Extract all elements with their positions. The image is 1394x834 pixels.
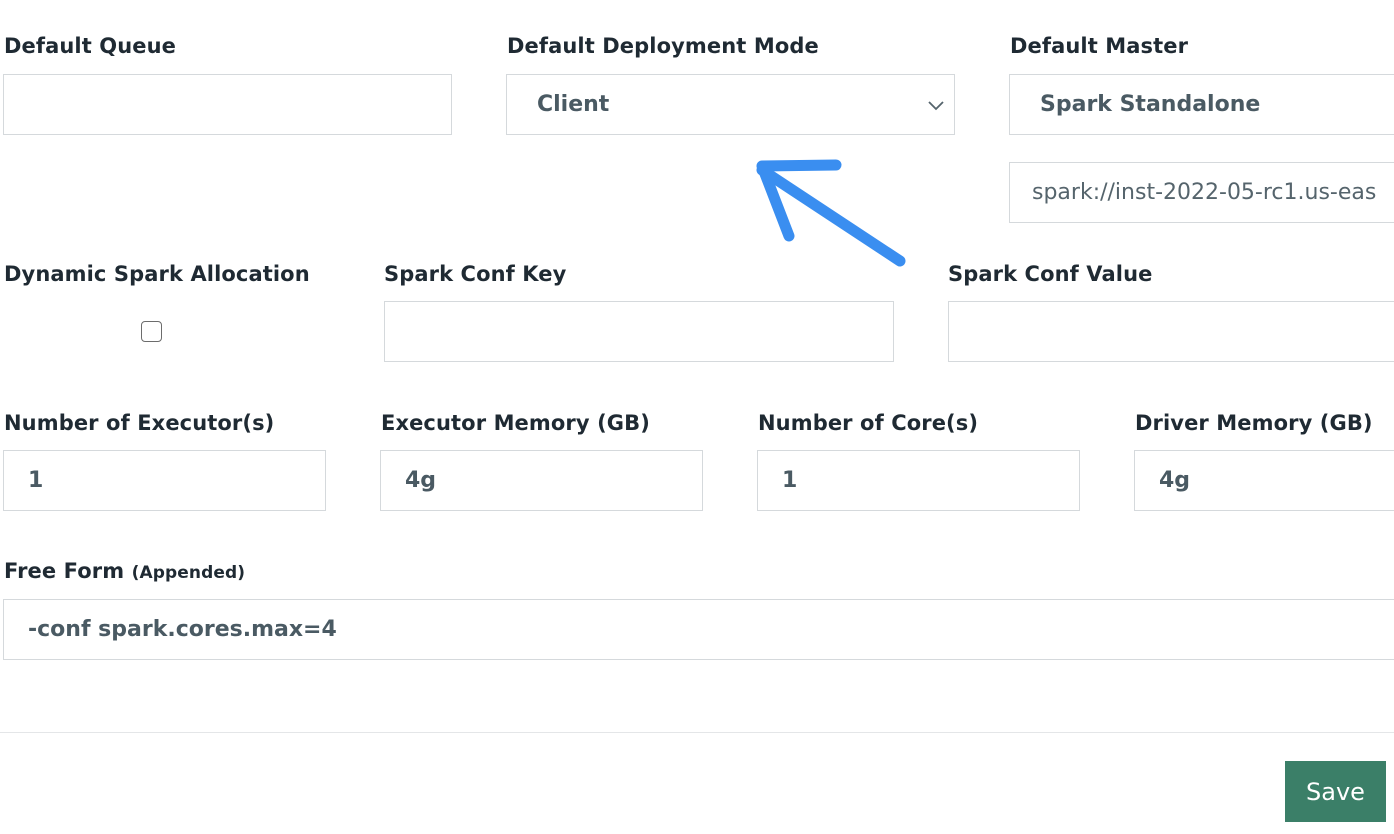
deployment-mode-value: Client bbox=[537, 92, 610, 117]
master-url-input[interactable]: spark://inst-2022-05-rc1.us-eas bbox=[1009, 162, 1394, 223]
free-form-sublabel: (Appended) bbox=[131, 563, 246, 583]
spark-conf-key-label: Spark Conf Key bbox=[384, 262, 567, 286]
spark-conf-key-input[interactable] bbox=[384, 301, 894, 362]
dynamic-allocation-label: Dynamic Spark Allocation bbox=[4, 262, 310, 286]
executors-input[interactable]: 1 bbox=[3, 450, 326, 511]
dynamic-allocation-checkbox[interactable] bbox=[141, 321, 162, 342]
deployment-mode-label: Default Deployment Mode bbox=[507, 34, 819, 58]
driver-memory-input[interactable]: 4g bbox=[1134, 450, 1394, 511]
chevron-down-icon bbox=[928, 101, 944, 111]
spark-settings-form: Default Queue Default Deployment Mode Cl… bbox=[0, 0, 1394, 834]
spark-conf-value-label: Spark Conf Value bbox=[948, 262, 1153, 286]
executor-memory-input[interactable]: 4g bbox=[380, 450, 703, 511]
arrow-icon bbox=[756, 159, 906, 267]
spark-conf-value-input[interactable] bbox=[948, 301, 1394, 362]
driver-memory-label: Driver Memory (GB) bbox=[1135, 411, 1373, 435]
cores-input[interactable]: 1 bbox=[757, 450, 1080, 511]
default-master-label: Default Master bbox=[1010, 34, 1189, 58]
default-master-select[interactable]: Spark Standalone bbox=[1009, 74, 1394, 135]
free-form-label: Free Form (Appended) bbox=[4, 559, 245, 583]
executors-label: Number of Executor(s) bbox=[4, 411, 275, 435]
executor-memory-label: Executor Memory (GB) bbox=[381, 411, 650, 435]
free-form-label-text: Free Form bbox=[4, 559, 125, 583]
deployment-mode-select[interactable]: Client bbox=[506, 74, 955, 135]
default-queue-input[interactable] bbox=[3, 74, 452, 135]
cores-label: Number of Core(s) bbox=[758, 411, 979, 435]
save-button[interactable]: Save bbox=[1285, 761, 1386, 822]
free-form-input[interactable]: -conf spark.cores.max=4 bbox=[3, 599, 1394, 660]
footer-divider bbox=[0, 732, 1394, 733]
default-queue-label: Default Queue bbox=[4, 34, 177, 58]
